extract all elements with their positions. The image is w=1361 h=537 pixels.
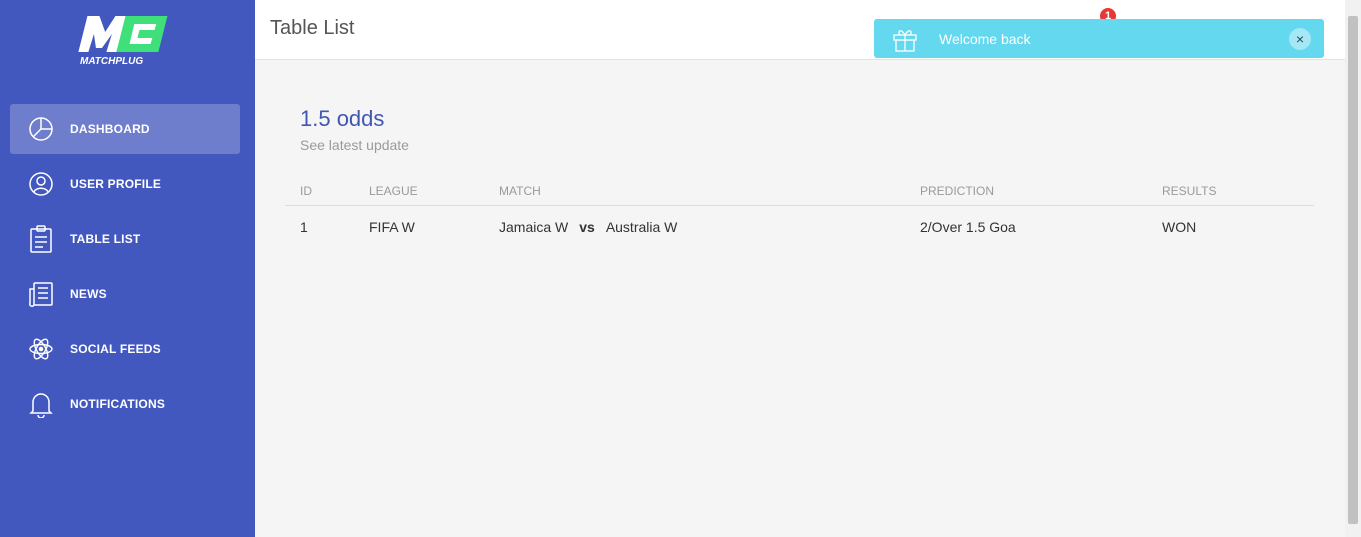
column-header-id: ID	[300, 184, 312, 198]
chart-pie-icon	[26, 114, 56, 144]
close-icon[interactable]: ×	[1289, 28, 1311, 50]
logo-wordmark: MATCHPLUG	[80, 56, 143, 67]
page-scrollbar[interactable]	[1345, 0, 1361, 537]
bell-icon	[26, 389, 56, 419]
sidebar-item-notifications[interactable]: NOTIFICATIONS	[10, 379, 240, 429]
matchplug-logo[interactable]: MATCHPLUG	[78, 12, 174, 68]
atom-icon	[26, 334, 56, 364]
table-row: 1 FIFA W Jamaica W vs Australia W 2/Over 1…	[285, 206, 1314, 248]
card-subtitle: See latest update	[300, 137, 409, 153]
card-title: 1.5 odds	[300, 106, 385, 131]
column-header-match: MATCH	[499, 184, 541, 198]
welcome-toast: Welcome back ×	[874, 19, 1324, 58]
sidebar-item-user-profile[interactable]: USER PROFILE	[10, 159, 240, 209]
cell-match: Jamaica W vs Australia W	[499, 219, 677, 235]
table-header: ID LEAGUE MATCH PREDICTION RESULTS	[285, 182, 1314, 206]
column-header-results: RESULTS	[1162, 184, 1217, 198]
cell-result: WON	[1162, 219, 1197, 235]
versus-label: vs	[579, 219, 595, 235]
home-team: Jamaica W	[499, 219, 569, 235]
gift-icon	[892, 26, 918, 52]
cell-league: FIFA W	[369, 219, 415, 235]
newspaper-icon	[26, 279, 56, 309]
user-circle-icon	[26, 169, 56, 199]
sidebar-item-label: NEWS	[70, 287, 107, 301]
sidebar-nav: DASHBOARD USER PROFILE TABLE LIST NEWS S…	[10, 104, 240, 434]
sidebar-item-social-feeds[interactable]: SOCIAL FEEDS	[10, 324, 240, 374]
sidebar-item-label: TABLE LIST	[70, 232, 141, 246]
cell-id: 1	[300, 219, 308, 235]
sidebar-item-label: NOTIFICATIONS	[70, 397, 166, 411]
sidebar: MATCHPLUG DASHBOARD USER PROFILE TABLE L…	[0, 0, 255, 537]
sidebar-item-label: SOCIAL FEEDS	[70, 342, 161, 356]
clipboard-icon	[26, 224, 56, 254]
scrollbar-thumb[interactable]	[1348, 16, 1358, 524]
column-header-prediction: PREDICTION	[920, 184, 995, 198]
toast-message: Welcome back	[939, 31, 1031, 47]
column-header-league: LEAGUE	[369, 184, 418, 198]
sidebar-item-label: DASHBOARD	[70, 122, 150, 136]
sidebar-item-label: USER PROFILE	[70, 177, 162, 191]
sidebar-item-news[interactable]: NEWS	[10, 269, 240, 319]
sidebar-item-dashboard[interactable]: DASHBOARD	[10, 104, 240, 154]
cell-prediction: 2/Over 1.5 Goa	[920, 219, 1016, 235]
sidebar-item-table-list[interactable]: TABLE LIST	[10, 214, 240, 264]
away-team: Australia W	[605, 219, 678, 235]
page-title: Table List	[270, 17, 355, 39]
